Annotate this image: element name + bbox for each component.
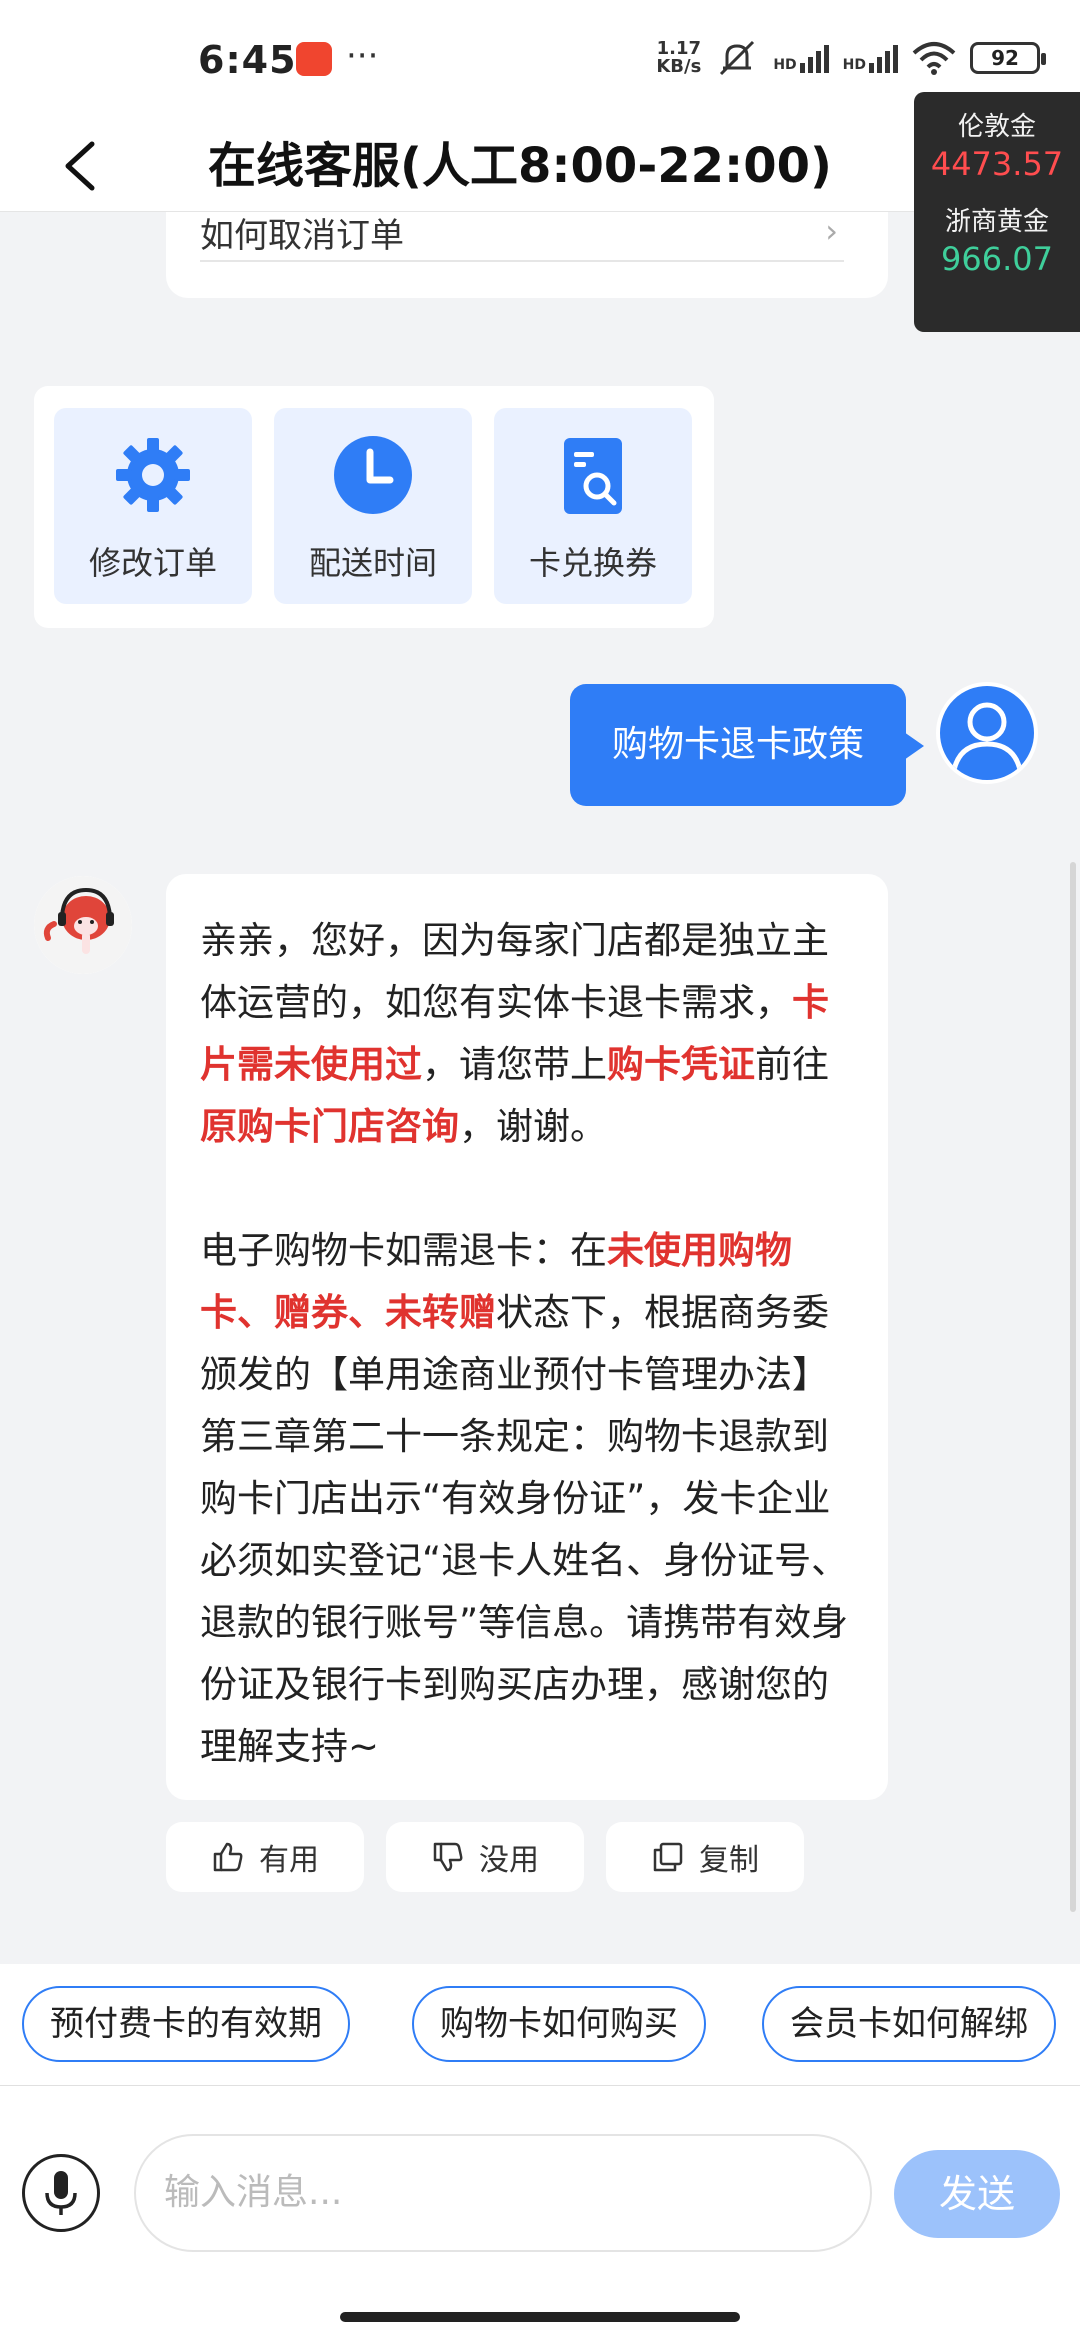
home-indicator[interactable]: [340, 2312, 740, 2322]
bot-paragraph-1: 亲亲，您好，因为每家门店都是独立主体运营的，如您有实体卡退卡需求，卡片需未使用过…: [200, 919, 829, 1148]
tile-modify-order[interactable]: 修改订单: [54, 408, 252, 604]
net-speed: 1.17 KB/s: [656, 38, 702, 77]
message-input[interactable]: 输入消息...: [134, 2134, 872, 2252]
mascot-icon: [34, 876, 132, 974]
user-message-bubble: 购物卡退卡政策: [570, 684, 924, 806]
input-bar: 输入消息... 发送: [0, 2086, 1080, 2340]
faq-item[interactable]: 如何取消订单: [200, 208, 404, 257]
status-icons: 1.17 KB/s HD HD 92: [656, 34, 1046, 82]
user-avatar: [936, 682, 1038, 784]
bot-message-bubble: 亲亲，您好，因为每家门店都是独立主体运营的，如您有实体卡退卡需求，卡片需未使用过…: [166, 874, 888, 1800]
bot-paragraph-2: 电子购物卡如需退卡：在未使用购物卡、赠券、未转赠状态下，根据商务委颁发的【单用途…: [200, 1229, 849, 1768]
tile-label: 修改订单: [88, 544, 217, 582]
app-notification-icon: [296, 42, 332, 76]
signal-icon: HD: [773, 43, 829, 73]
silent-icon: [720, 40, 755, 76]
tile-label: 卡兑换券: [528, 544, 657, 582]
quick-actions: 修改订单 配送时间 卡兑换券: [34, 386, 714, 628]
gold-value-london: 4473.57: [930, 145, 1064, 183]
suggestion-bar: 预付费卡的有效期 购物卡如何购买 会员卡如何解绑: [0, 1964, 1080, 2086]
gear-icon: [116, 438, 190, 512]
thumbs-up-icon: [213, 1842, 243, 1872]
divider: [200, 260, 844, 262]
clock-icon: [334, 436, 412, 514]
suggestion-chip[interactable]: 会员卡如何解绑: [762, 1986, 1056, 2062]
send-button[interactable]: 发送: [894, 2150, 1060, 2238]
copy-icon: [653, 1842, 683, 1872]
signal-icon-2: HD: [843, 43, 898, 73]
bot-avatar: [34, 876, 132, 974]
gold-value-zheshang: 966.07: [941, 240, 1053, 278]
useless-button[interactable]: 没用: [386, 1822, 584, 1892]
gold-price-widget[interactable]: 伦敦金 4473.57 浙商黄金 966.07: [914, 92, 1080, 332]
copy-button[interactable]: 复制: [606, 1822, 804, 1892]
useful-button[interactable]: 有用: [166, 1822, 364, 1892]
voice-button[interactable]: [22, 2154, 100, 2232]
suggestion-chip[interactable]: 购物卡如何购买: [412, 1986, 706, 2062]
tile-label: 配送时间: [308, 544, 437, 582]
status-time: 6:45: [198, 38, 297, 82]
suggestion-chip[interactable]: 预付费卡的有效期: [22, 1986, 350, 2062]
microphone-icon: [45, 2171, 77, 2215]
faq-card: 如何取消订单 ›: [166, 212, 888, 298]
scrollbar[interactable]: [1070, 862, 1076, 1912]
tile-card-exchange[interactable]: 卡兑换券: [494, 408, 692, 604]
more-notifications-icon: ···: [346, 36, 379, 76]
gold-label-zheshang: 浙商黄金: [944, 207, 1049, 237]
wifi-icon: [912, 42, 956, 75]
gold-label-london: 伦敦金: [957, 112, 1036, 142]
chevron-right-icon: ›: [825, 212, 838, 250]
thumbs-down-icon: [433, 1842, 463, 1872]
person-icon: [951, 702, 1023, 771]
tile-delivery-time[interactable]: 配送时间: [274, 408, 472, 604]
document-search-icon: [564, 438, 622, 514]
battery-icon: 92: [970, 42, 1046, 74]
